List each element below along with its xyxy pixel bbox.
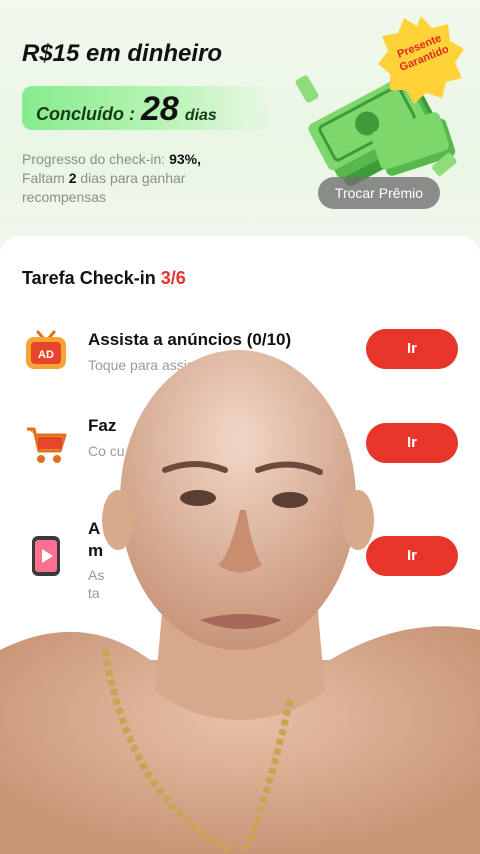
tasks-title-text: Tarefa Check-in [22, 268, 156, 288]
redeem-prize-button[interactable]: Trocar Prêmio [318, 177, 440, 209]
remaining-prefix: Faltam [22, 170, 65, 186]
webcam-person-overlay [0, 350, 480, 854]
progress-text: Progresso do check-in: 93%, Faltam 2 dia… [22, 150, 272, 207]
progress-value: 93%, [169, 151, 201, 167]
tasks-panel-title: Tarefa Check-in 3/6 [22, 268, 186, 289]
remaining-days: 2 [68, 170, 77, 186]
reward-title: R$15 em dinheiro [22, 40, 223, 67]
completed-days-pill: Concluído : 28 dias [22, 86, 272, 130]
completed-days-number: 28 [140, 90, 179, 128]
progress-prefix: Progresso do check-in: [22, 151, 166, 167]
completed-days-unit: dias [184, 107, 217, 124]
tasks-count: 3/6 [160, 268, 186, 288]
completed-label: Concluído : [36, 104, 135, 124]
